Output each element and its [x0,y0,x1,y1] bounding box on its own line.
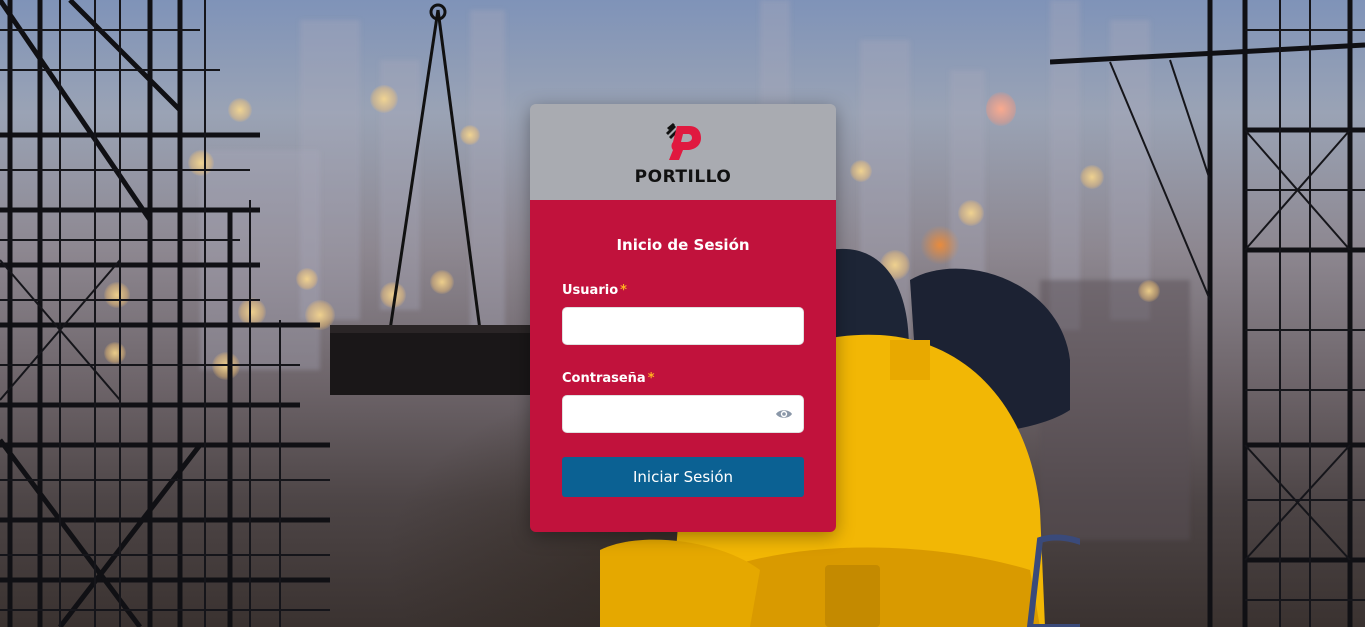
password-field-wrap [562,395,804,433]
username-label: Usuario * [562,283,804,298]
brand-name: PORTILLO [634,166,732,187]
login-form: Inicio de Sesión Usuario * Contraseña * In… [530,200,836,532]
username-input[interactable] [562,307,804,345]
username-field-wrap [562,307,804,345]
right-scaffold [1050,0,1365,627]
password-label: Contraseña * [562,371,804,386]
required-mark: * [647,371,655,386]
password-input[interactable] [562,395,804,433]
login-submit-button[interactable]: Iniciar Sesión [562,457,804,497]
left-scaffold [0,0,360,627]
required-mark: * [620,283,627,298]
login-card: PORTILLO Inicio de Sesión Usuario * Contr… [530,104,836,532]
username-label-text: Usuario [562,283,619,298]
portillo-logo-icon [666,122,701,160]
login-title: Inicio de Sesión [616,236,750,254]
eye-icon[interactable] [775,406,793,422]
crane-beam [330,0,530,627]
brand-header: PORTILLO [530,104,836,200]
password-label-text: Contraseña [562,371,646,386]
